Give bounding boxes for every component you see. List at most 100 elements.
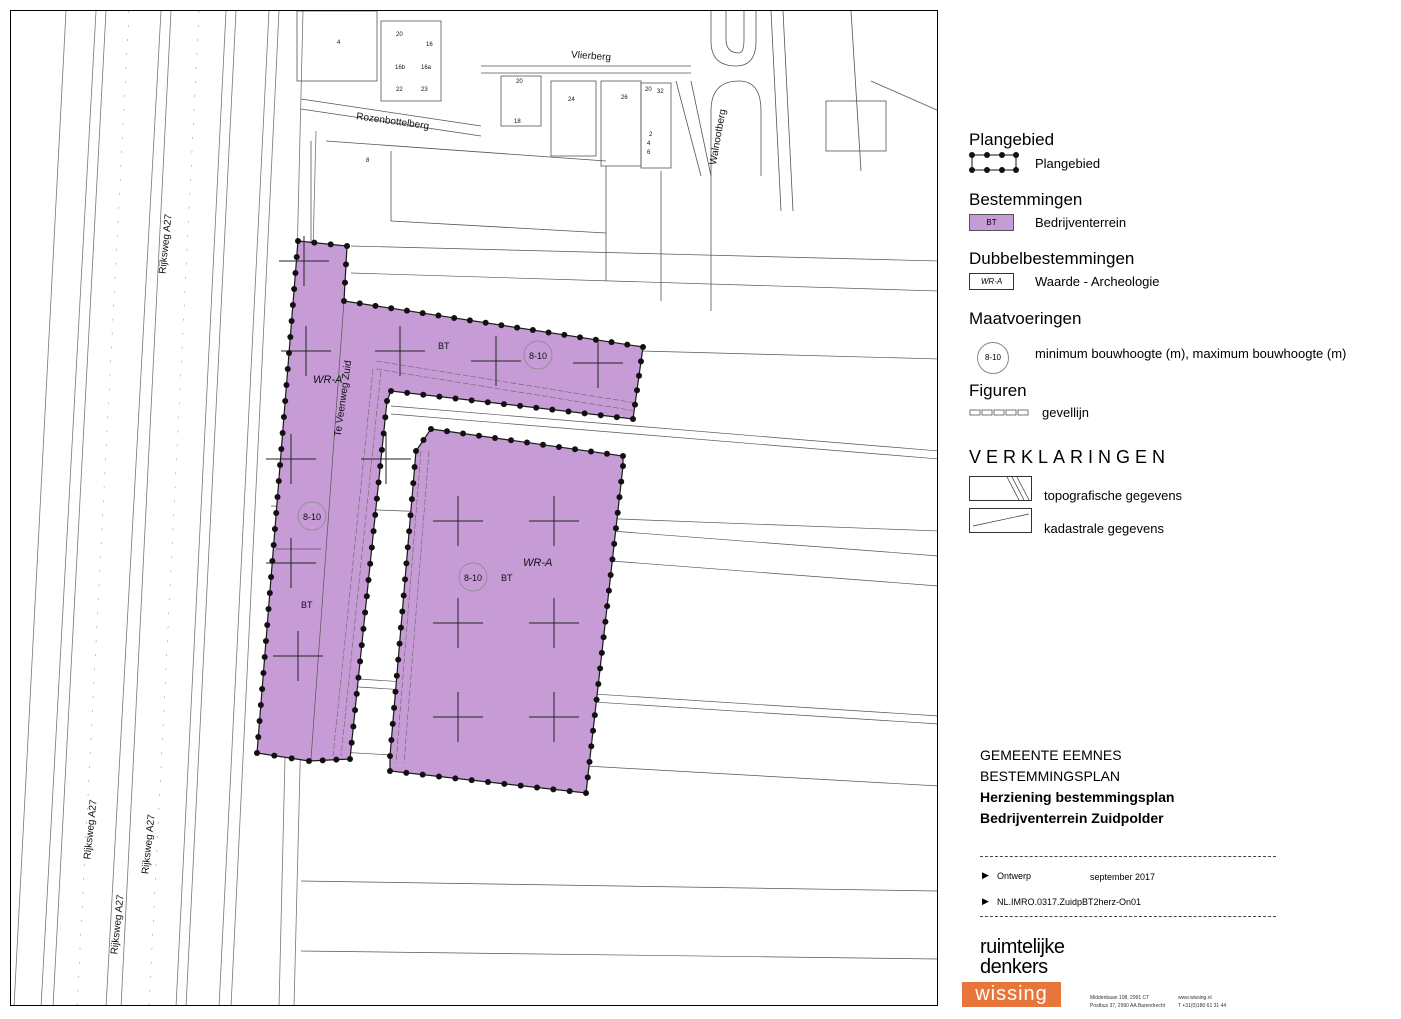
boundary-dot <box>451 314 458 321</box>
legend-heading-figuren: Figuren <box>969 381 1027 400</box>
boundary-dot <box>588 743 595 750</box>
boundary-dot <box>358 642 365 649</box>
boundary-dot <box>545 329 552 336</box>
boundary-dot <box>262 638 269 644</box>
boundary-dot <box>611 540 618 547</box>
svg-text:4: 4 <box>337 40 341 46</box>
svg-text:4: 4 <box>647 141 651 147</box>
boundary-dot <box>341 298 347 304</box>
boundary-dot <box>517 782 524 789</box>
boundary-dot <box>581 410 588 417</box>
boundary-dot <box>344 243 350 249</box>
legend-heading-bestemmingen: Bestemmingen <box>969 190 1083 209</box>
boundary-dot <box>265 606 272 612</box>
boundary-dot <box>372 302 379 309</box>
boundary-dot <box>280 414 287 420</box>
zone-label-bt: BT <box>301 600 313 610</box>
boundary-dot <box>268 574 275 580</box>
boundary-dot <box>572 446 578 453</box>
legend-item-gevellijn: gevellijn <box>1042 405 1089 420</box>
legend-swatch-bt: BT <box>969 214 1014 231</box>
legend-heading-plangebied: Plangebied <box>969 130 1055 149</box>
boundary-dot <box>640 344 646 350</box>
boundary-dot <box>514 324 521 331</box>
topografie-symbol <box>969 476 1032 501</box>
title-plan-name-2: Bedrijventerrein Zuidpolder <box>980 810 1164 826</box>
zone-label-bt: BT <box>501 573 513 583</box>
boundary-dot <box>533 404 540 411</box>
status-date: september 2017 <box>1090 872 1156 882</box>
boundary-dot <box>604 450 610 457</box>
boundary-dot <box>384 398 390 404</box>
svg-text:26: 26 <box>621 95 628 101</box>
legend-heading-dubbelbestemmingen: Dubbelbestemmingen <box>969 249 1135 268</box>
legend-item-bedrijventerrein: Bedrijventerrein <box>1035 215 1127 230</box>
boundary-dot <box>492 435 498 441</box>
boundary-dot <box>282 398 289 404</box>
boundary-dot <box>403 560 410 567</box>
boundary-dot <box>484 399 491 406</box>
boundary-dot <box>277 462 284 468</box>
boundary-dot <box>435 312 442 319</box>
boundary-dot <box>592 336 599 343</box>
title-plan-type: BESTEMMINGSPLAN <box>980 768 1121 784</box>
boundary-dot <box>614 509 621 516</box>
svg-text:6: 6 <box>647 150 651 156</box>
boundary-dot <box>584 774 591 781</box>
boundary-dot <box>452 775 459 782</box>
map-panel[interactable]: Vlierberg Rozenbottelberg Walnootberg Te… <box>10 10 938 1006</box>
boundary-dot <box>388 388 394 394</box>
boundary-dot <box>333 756 340 763</box>
boundary-dot <box>270 542 277 548</box>
boundary-dot <box>402 576 409 583</box>
divider <box>980 916 1276 917</box>
boundary-dot <box>378 446 385 453</box>
boundary-dot <box>561 331 568 338</box>
zone-bt-east[interactable] <box>389 428 624 794</box>
boundary-dot <box>260 670 267 676</box>
boundary-dot <box>395 656 402 663</box>
boundary-dot <box>257 702 264 708</box>
boundary-dot <box>407 512 414 519</box>
boundary-dot <box>452 395 459 402</box>
boundary-dot <box>586 758 593 765</box>
brand-logo-text: ruimtelijke denkers <box>980 936 1065 978</box>
boundary-dot <box>616 494 623 501</box>
boundary-dot <box>620 453 626 459</box>
boundary-dot <box>404 544 411 551</box>
boundary-dot <box>403 307 410 314</box>
boundary-dot <box>319 757 326 764</box>
boundary-dot <box>368 544 375 551</box>
boundary-dot <box>630 416 636 422</box>
legend-heading-verklaringen: VERKLARINGEN <box>969 447 1171 467</box>
boundary-dot <box>593 696 600 703</box>
boundary-dot <box>436 773 442 780</box>
boundary-dot <box>259 686 266 692</box>
svg-text:2: 2 <box>649 132 653 138</box>
boundary-dot <box>292 270 299 276</box>
zone-label-wr-a: WR-A <box>523 557 552 569</box>
boundary-dot <box>550 786 557 793</box>
boundary-dot <box>549 406 556 413</box>
highway-lines <box>13 11 317 1005</box>
boundary-dot <box>400 592 407 599</box>
boundary-dot <box>612 525 619 532</box>
boundary-dot <box>636 372 642 379</box>
svg-text:20: 20 <box>396 32 403 38</box>
boundary-dot <box>508 437 514 444</box>
boundary-dot <box>600 634 607 641</box>
boundary-dot <box>420 437 427 443</box>
boundary-dot <box>373 495 380 502</box>
boundary-dot <box>501 780 508 787</box>
svg-text:23: 23 <box>421 87 428 93</box>
boundary-dot <box>288 755 295 762</box>
svg-text:20: 20 <box>645 87 652 93</box>
boundary-dot <box>624 341 631 348</box>
boundary-dot <box>295 238 301 244</box>
boundary-dot <box>355 674 362 681</box>
boundary-dot <box>362 609 369 616</box>
boundary-dot <box>380 430 387 437</box>
urban-blocks <box>296 11 937 311</box>
boundary-dot <box>468 777 475 784</box>
boundary-dot <box>348 739 355 746</box>
